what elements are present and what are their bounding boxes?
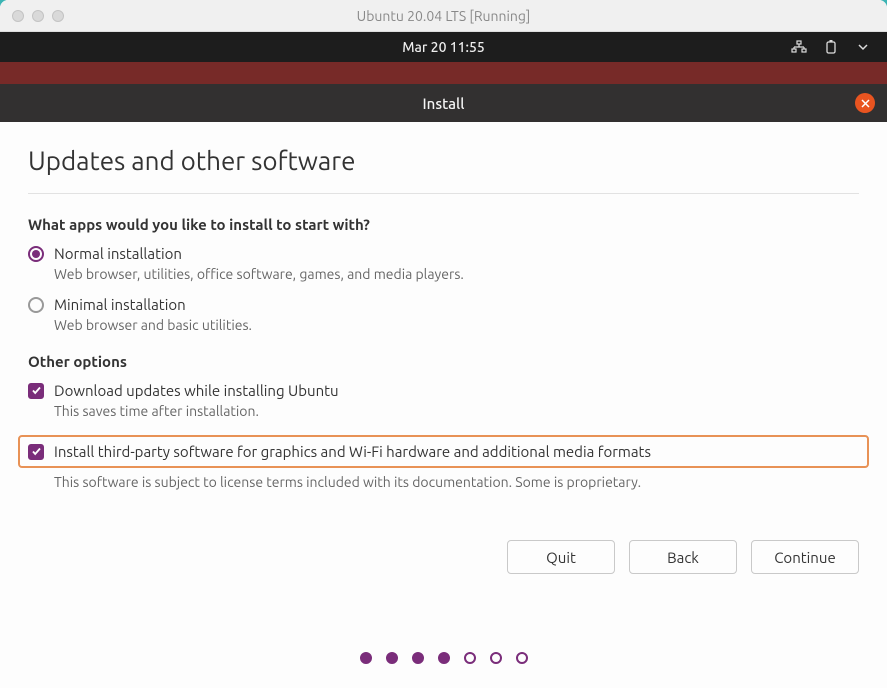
system-tray: [791, 39, 871, 55]
installer-body: Updates and other software What apps wou…: [0, 122, 887, 688]
radio-normal-installation[interactable]: Normal installation: [28, 245, 859, 262]
checkbox-icon: [28, 383, 44, 399]
minimal-install-desc: Web browser and basic utilities.: [54, 317, 859, 333]
step-dot: [516, 652, 528, 664]
radio-label: Normal installation: [54, 245, 182, 262]
apps-question: What apps would you like to install to s…: [28, 216, 859, 233]
back-button[interactable]: Back: [629, 540, 737, 574]
checkbox-icon: [28, 444, 44, 460]
page-heading: Updates and other software: [28, 146, 859, 194]
radio-icon: [28, 297, 44, 313]
installer-title: Install: [423, 95, 465, 112]
step-dot: [464, 652, 476, 664]
third-party-desc: This software is subject to license term…: [54, 474, 859, 490]
button-row: Quit Back Continue: [28, 540, 859, 574]
step-dot: [386, 652, 398, 664]
window-controls: [12, 10, 64, 22]
normal-install-desc: Web browser, utilities, office software,…: [54, 266, 859, 282]
minimize-window-button[interactable]: [32, 10, 44, 22]
continue-button[interactable]: Continue: [751, 540, 859, 574]
checkbox-third-party[interactable]: Install third-party software for graphic…: [28, 443, 859, 460]
radio-minimal-installation[interactable]: Minimal installation: [28, 296, 859, 313]
step-dot-current: [438, 652, 450, 664]
checkbox-label: Download updates while installing Ubuntu: [54, 382, 339, 399]
accent-bar: [0, 62, 887, 84]
battery-icon[interactable]: [823, 39, 839, 55]
radio-label: Minimal installation: [54, 296, 186, 313]
focused-option: Install third-party software for graphic…: [18, 435, 869, 468]
installer-window: Install Updates and other software What …: [0, 84, 887, 688]
radio-icon: [28, 246, 44, 262]
download-updates-desc: This saves time after installation.: [54, 403, 859, 419]
step-dot: [412, 652, 424, 664]
ubuntu-desktop: Mar 20 11:55 Install: [0, 32, 887, 688]
checkbox-label: Install third-party software for graphic…: [54, 443, 651, 460]
ubuntu-topbar: Mar 20 11:55: [0, 32, 887, 62]
vm-window: Ubuntu 20.04 LTS [Running] Mar 20 11:55 …: [0, 0, 887, 688]
datetime[interactable]: Mar 20 11:55: [402, 39, 485, 55]
quit-button[interactable]: Quit: [507, 540, 615, 574]
other-options-heading: Other options: [28, 353, 859, 370]
progress-indicator: [28, 626, 859, 676]
close-icon[interactable]: [855, 93, 875, 113]
chevron-down-icon[interactable]: [855, 39, 871, 55]
maximize-window-button[interactable]: [52, 10, 64, 22]
vm-window-title: Ubuntu 20.04 LTS [Running]: [357, 8, 531, 24]
close-window-button[interactable]: [12, 10, 24, 22]
step-dot: [360, 652, 372, 664]
installer-titlebar: Install: [0, 84, 887, 122]
checkbox-download-updates[interactable]: Download updates while installing Ubuntu: [28, 382, 859, 399]
network-icon[interactable]: [791, 39, 807, 55]
vm-titlebar: Ubuntu 20.04 LTS [Running]: [0, 0, 887, 32]
step-dot: [490, 652, 502, 664]
